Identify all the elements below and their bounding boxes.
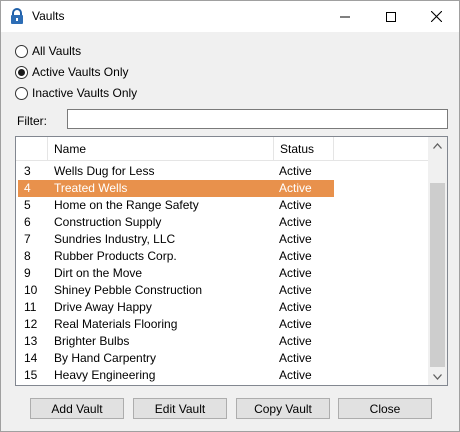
button-label: dd Vault [59,401,103,416]
column-header-number[interactable] [16,137,48,161]
maximize-icon [386,11,396,22]
chevron-up-icon [433,142,442,149]
radio-button[interactable] [15,44,28,58]
table-row[interactable]: 8 Rubber Products Corp. Active [16,248,428,265]
vault-status: Active [279,368,312,382]
copy-vault-button[interactable]: Copy Vault [236,398,330,419]
title-bar[interactable]: Vaults [1,1,459,32]
table-row[interactable]: 4 Treated Wells Active [16,180,428,197]
table-row[interactable]: 9 Dirt on the Move Active [16,265,428,282]
vault-status: Active [279,198,312,212]
vault-status: Active [279,317,312,331]
vault-name: Heavy Engineering [54,368,156,382]
vault-name: Dirt on the Move [54,266,143,280]
table-row[interactable]: 12 Real Materials Flooring Active [16,316,428,333]
list-header: Name Status [16,137,428,161]
row-number: 15 [24,368,38,382]
minimize-button[interactable] [322,1,368,32]
minimize-icon [340,16,350,17]
radio-label: Inactive Vaults Only [32,86,138,100]
row-number: 7 [24,232,31,246]
row-number: 3 [24,164,31,178]
table-row[interactable]: 7 Sundries Industry, LLC Active [16,231,428,248]
row-number: 4 [24,181,31,195]
table-row[interactable]: 14 By Hand Carpentry Active [16,350,428,367]
vault-status: Active [279,215,312,229]
vault-name: Shiney Pebble Construction [54,283,203,297]
radio-active-vaults-only[interactable]: Active Vaults Only [15,64,128,80]
vault-list[interactable]: Name Status 3 Wells Dug for Less Active 4 Tr… [15,136,448,386]
vault-name: Home on the Range Safety [54,198,199,212]
maximize-button[interactable] [368,1,414,32]
window-title: Vaults [32,9,65,23]
row-number: 9 [24,266,31,280]
scroll-down-button[interactable] [428,368,447,385]
radio-label: All Vaults [32,44,82,58]
filter-input[interactable] [67,109,448,129]
row-number: 8 [24,249,31,263]
vaults-window: Vaults All Vaults Active Vaults Only Ina… [0,0,460,432]
vault-name: Drive Away Happy [54,300,152,314]
table-row[interactable]: 3 Wells Dug for Less Active [16,163,428,180]
row-number: 6 [24,215,31,229]
vault-name: Treated Wells [54,181,128,195]
vault-status: Active [279,181,312,195]
chevron-down-icon [433,373,442,380]
row-number: 11 [24,300,37,314]
radio-inactive-vaults-only[interactable]: Inactive Vaults Only [15,85,137,101]
close-icon [430,11,442,22]
column-header-name[interactable]: Name [48,137,274,161]
radio-all-vaults[interactable]: All Vaults [15,43,81,59]
button-label: dit Vault [162,401,206,416]
vault-name: Rubber Products Corp. [54,249,177,263]
table-row[interactable]: 11 Drive Away Happy Active [16,299,428,316]
vault-status: Active [279,164,312,178]
lock-icon [11,8,23,24]
vault-status: Active [279,334,312,348]
vault-status: Active [279,351,312,365]
scroll-up-button[interactable] [428,137,447,154]
vault-status: Active [279,266,312,280]
close-window-button[interactable] [413,1,459,32]
table-row[interactable]: 13 Brighter Bulbs Active [16,333,428,350]
vault-status: Active [279,283,312,297]
table-row[interactable]: 5 Home on the Range Safety Active [16,197,428,214]
edit-vault-button[interactable]: Edit Vault [133,398,227,419]
vault-name: Sundries Industry, LLC [54,232,176,246]
row-number: 12 [24,317,38,331]
mnemonic: C [254,401,263,416]
table-row[interactable]: 6 Construction Supply Active [16,214,428,231]
row-number: 14 [24,351,38,365]
close-button[interactable]: Close [338,398,432,419]
row-number: 13 [24,334,38,348]
button-label: lose [378,401,401,416]
vault-name: Brighter Bulbs [54,334,130,348]
column-header-status[interactable]: Status [274,137,334,161]
radio-button[interactable] [15,86,28,100]
vault-name: By Hand Carpentry [54,351,157,365]
row-number: 10 [24,283,38,297]
mnemonic: E [154,401,163,416]
scroll-thumb[interactable] [430,183,445,367]
table-row[interactable]: 10 Shiney Pebble Construction Active [16,282,428,299]
button-label: opy Vault [262,401,312,416]
list-rows: 3 Wells Dug for Less Active 4 Treated Wells A… [16,163,428,384]
vault-status: Active [279,300,312,314]
vault-name: Real Materials Flooring [54,317,178,331]
vault-name: Construction Supply [54,215,162,229]
filter-label: Filter: [17,114,47,128]
table-row[interactable]: 15 Heavy Engineering Active [16,367,428,384]
vault-status: Active [279,232,312,246]
vertical-scrollbar[interactable] [428,137,447,385]
vault-status: Active [279,249,312,263]
vault-name: Wells Dug for Less [54,164,155,178]
radio-button[interactable] [15,65,28,79]
add-vault-button[interactable]: Add Vault [30,398,124,419]
radio-label: Active Vaults Only [32,65,129,79]
row-number: 5 [24,198,31,212]
